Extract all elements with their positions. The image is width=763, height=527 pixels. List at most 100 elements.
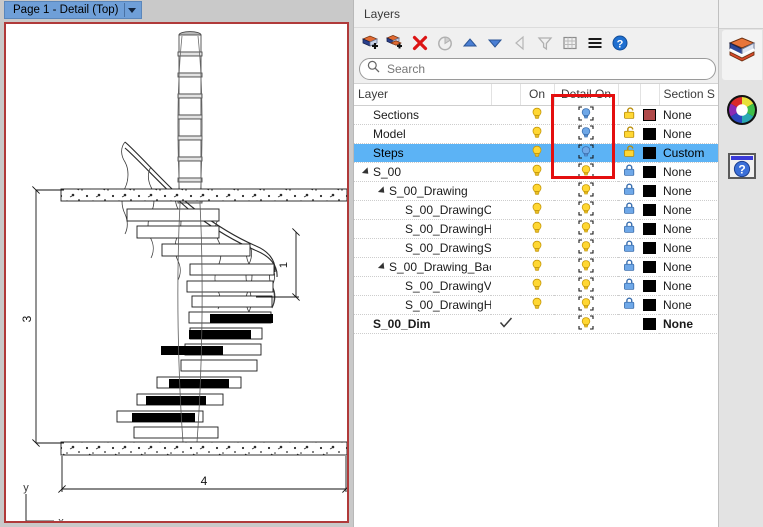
- layer-detail-on-toggle[interactable]: [554, 105, 618, 124]
- table-row[interactable]: S_00_DrawingCuNone: [354, 200, 719, 219]
- grid-icon[interactable]: [560, 33, 580, 53]
- layer-name-cell[interactable]: S_00_Dim: [354, 314, 491, 333]
- chevron-down-icon[interactable]: [128, 8, 136, 13]
- layer-color-swatch[interactable]: [640, 238, 659, 257]
- layer-color-swatch[interactable]: [640, 124, 659, 143]
- layer-name-cell[interactable]: S_00_DrawingSo: [354, 238, 491, 257]
- layer-name-cell[interactable]: S_00_DrawingHi: [354, 295, 491, 314]
- layer-name-cell[interactable]: S_00: [354, 162, 491, 181]
- layer-section-cell[interactable]: Custom: [659, 143, 719, 162]
- new-layer-icon[interactable]: [360, 33, 380, 53]
- color-wheel-icon[interactable]: [724, 92, 760, 128]
- layer-on-toggle[interactable]: [520, 181, 554, 200]
- layer-lock-toggle[interactable]: [618, 105, 640, 124]
- layer-section-cell[interactable]: None: [659, 124, 719, 143]
- layer-lock-toggle[interactable]: [618, 276, 640, 295]
- current-layer-cell[interactable]: [491, 314, 520, 333]
- current-layer-cell[interactable]: [491, 143, 520, 162]
- layer-detail-on-toggle[interactable]: [554, 200, 618, 219]
- drawing-canvas[interactable]: 3 1 4 y: [4, 22, 349, 523]
- table-row[interactable]: Steps Custom: [354, 143, 719, 162]
- select-objects-icon[interactable]: [435, 33, 455, 53]
- layer-color-swatch[interactable]: [640, 105, 659, 124]
- list-menu-icon[interactable]: [585, 33, 605, 53]
- table-row[interactable]: ModelNone: [354, 124, 719, 143]
- layer-detail-on-toggle[interactable]: [554, 162, 618, 181]
- layers-stack-icon[interactable]: [724, 32, 760, 68]
- column-header-lock[interactable]: [618, 84, 640, 105]
- current-layer-cell[interactable]: [491, 162, 520, 181]
- layer-section-cell[interactable]: None: [659, 295, 719, 314]
- layer-color-swatch[interactable]: [640, 257, 659, 276]
- table-row[interactable]: S_00_DrawingSoNone: [354, 238, 719, 257]
- layer-color-swatch[interactable]: [640, 181, 659, 200]
- current-layer-cell[interactable]: [491, 238, 520, 257]
- current-layer-cell[interactable]: [491, 200, 520, 219]
- layer-lock-toggle[interactable]: [618, 314, 640, 333]
- layer-color-swatch[interactable]: [640, 219, 659, 238]
- layer-lock-toggle[interactable]: [618, 124, 640, 143]
- layer-section-cell[interactable]: None: [659, 200, 719, 219]
- layer-lock-toggle[interactable]: [618, 295, 640, 314]
- table-row[interactable]: Sections None: [354, 105, 719, 124]
- layer-name-cell[interactable]: Sections: [354, 105, 491, 124]
- layer-detail-on-toggle[interactable]: [554, 295, 618, 314]
- table-row[interactable]: S_00_DrawingNone: [354, 181, 719, 200]
- move-left-icon[interactable]: [510, 33, 530, 53]
- layer-detail-on-toggle[interactable]: [554, 181, 618, 200]
- layer-section-cell[interactable]: None: [659, 219, 719, 238]
- layer-name-cell[interactable]: S_00_DrawingVis: [354, 276, 491, 295]
- help-window-icon[interactable]: ?: [724, 148, 760, 184]
- current-layer-cell[interactable]: [491, 124, 520, 143]
- current-layer-cell[interactable]: [491, 295, 520, 314]
- current-layer-cell[interactable]: [491, 276, 520, 295]
- layer-section-cell[interactable]: None: [659, 162, 719, 181]
- layer-on-toggle[interactable]: [520, 143, 554, 162]
- filter-icon[interactable]: [535, 33, 555, 53]
- search-field[interactable]: [359, 58, 716, 80]
- search-input[interactable]: [385, 61, 685, 77]
- layer-section-cell[interactable]: None: [659, 257, 719, 276]
- current-layer-cell[interactable]: [491, 219, 520, 238]
- layer-lock-toggle[interactable]: [618, 162, 640, 181]
- table-row[interactable]: S_00_DrawingHi None: [354, 295, 719, 314]
- layer-detail-on-toggle[interactable]: [554, 276, 618, 295]
- layer-detail-on-toggle[interactable]: [554, 314, 618, 333]
- layer-detail-on-toggle[interactable]: [554, 219, 618, 238]
- column-header-current[interactable]: [491, 84, 520, 105]
- table-row[interactable]: S_00_DrawingHa None: [354, 219, 719, 238]
- layer-name-cell[interactable]: S_00_Drawing_Back: [354, 257, 491, 276]
- layer-color-swatch[interactable]: [640, 295, 659, 314]
- layer-section-cell[interactable]: None: [659, 276, 719, 295]
- current-layer-cell[interactable]: [491, 257, 520, 276]
- column-header-layer[interactable]: Layer: [354, 84, 491, 105]
- table-row[interactable]: S_00_Drawing_Back None: [354, 257, 719, 276]
- page-tab[interactable]: Page 1 - Detail (Top): [4, 1, 142, 19]
- layer-color-swatch[interactable]: [640, 162, 659, 181]
- current-layer-cell[interactable]: [491, 181, 520, 200]
- layer-detail-on-toggle[interactable]: [554, 124, 618, 143]
- column-header-detail-on[interactable]: Detail On: [554, 84, 618, 105]
- table-row[interactable]: S_00_DrawingVis None: [354, 276, 719, 295]
- layer-lock-toggle[interactable]: [618, 257, 640, 276]
- layer-section-cell[interactable]: None: [659, 105, 719, 124]
- layer-lock-toggle[interactable]: [618, 200, 640, 219]
- move-up-icon[interactable]: [460, 33, 480, 53]
- layer-on-toggle[interactable]: [520, 314, 554, 333]
- layer-name-cell[interactable]: S_00_Drawing: [354, 181, 491, 200]
- layer-lock-toggle[interactable]: [618, 219, 640, 238]
- layer-name-cell[interactable]: S_00_DrawingHa: [354, 219, 491, 238]
- table-row[interactable]: S_00 None: [354, 162, 719, 181]
- layer-color-swatch[interactable]: [640, 200, 659, 219]
- layer-color-swatch[interactable]: [640, 276, 659, 295]
- layer-name-cell[interactable]: Steps: [354, 143, 491, 162]
- help-icon[interactable]: ?: [610, 33, 630, 53]
- layer-color-swatch[interactable]: [640, 314, 659, 333]
- layer-lock-toggle[interactable]: [618, 143, 640, 162]
- layer-on-toggle[interactable]: [520, 257, 554, 276]
- layer-detail-on-toggle[interactable]: [554, 143, 618, 162]
- layer-on-toggle[interactable]: [520, 238, 554, 257]
- layer-on-toggle[interactable]: [520, 162, 554, 181]
- current-layer-cell[interactable]: [491, 105, 520, 124]
- layer-lock-toggle[interactable]: [618, 238, 640, 257]
